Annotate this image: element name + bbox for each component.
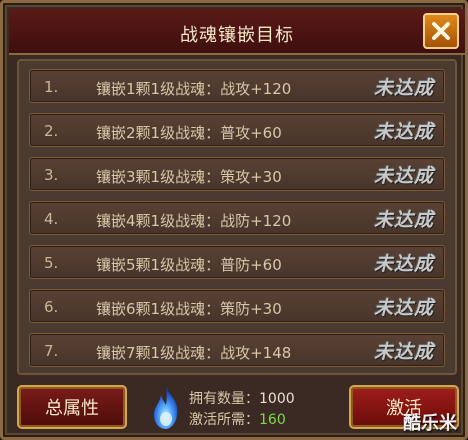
goal-description: 镶嵌5颗1级战魂：普防+60 <box>96 256 282 274</box>
goal-status: 未达成 <box>373 77 434 99</box>
goal-number: 2. <box>44 122 59 140</box>
goal-description: 镶嵌7颗1级战魂：战攻+148 <box>96 344 292 362</box>
goal-row: 4. 镶嵌4颗1级战魂：战防+120 未达成 <box>29 201 445 235</box>
goal-status: 未达成 <box>373 341 434 363</box>
goal-list: 1. 镶嵌1颗1级战魂：战攻+120 未达成 2. 镶嵌2颗1级战魂：普攻+60… <box>17 59 457 375</box>
goal-description: 镶嵌2颗1级战魂：普攻+60 <box>96 124 282 142</box>
goal-description: 镶嵌3颗1级战魂：策攻+30 <box>96 168 282 186</box>
dialog-title: 战魂镶嵌目标 <box>180 25 294 46</box>
dialog-frame: 战魂镶嵌目标 1. 镶嵌1颗1级战魂：战攻+120 未达成 2. 镶嵌2颗1级战… <box>0 0 468 440</box>
close-icon <box>432 22 450 40</box>
close-button[interactable] <box>423 13 459 49</box>
goal-row: 3. 镶嵌3颗1级战魂：策攻+30 未达成 <box>29 157 445 191</box>
goal-number: 4. <box>44 210 59 228</box>
title-bar: 战魂镶嵌目标 <box>9 9 465 55</box>
goal-row: 7. 镶嵌7颗1级战魂：战攻+148 未达成 <box>29 333 445 367</box>
goal-status: 未达成 <box>373 297 434 319</box>
goal-description: 镶嵌1颗1级战魂：战攻+120 <box>96 80 292 98</box>
goal-row: 1. 镶嵌1颗1级战魂：战攻+120 未达成 <box>29 69 445 103</box>
footer-bar: 总属性 拥有数量：1000 激活所需：160 激活 <box>9 381 465 437</box>
goal-description: 镶嵌6颗1级战魂：策防+30 <box>96 300 282 318</box>
goal-row: 6. 镶嵌6颗1级战魂：策防+30 未达成 <box>29 289 445 323</box>
goal-row: 2. 镶嵌2颗1级战魂：普攻+60 未达成 <box>29 113 445 147</box>
goal-number: 6. <box>44 298 59 316</box>
blue-flame-icon <box>154 387 178 429</box>
goal-number: 7. <box>44 342 59 360</box>
goal-row: 5. 镶嵌5颗1级战魂：普防+60 未达成 <box>29 245 445 279</box>
goal-status: 未达成 <box>373 165 434 187</box>
required-label: 激活所需： <box>189 412 259 428</box>
owned-value: 1000 <box>259 391 295 407</box>
goal-number: 3. <box>44 166 59 184</box>
owned-label: 拥有数量： <box>189 391 259 407</box>
total-attributes-button[interactable]: 总属性 <box>17 385 127 429</box>
goal-status: 未达成 <box>373 121 434 143</box>
required-value: 160 <box>259 412 286 428</box>
resource-info: 拥有数量：1000 激活所需：160 <box>189 389 295 431</box>
goal-description: 镶嵌4颗1级战魂：战防+120 <box>96 212 292 230</box>
owned-count-line: 拥有数量：1000 <box>189 389 295 410</box>
goal-number: 1. <box>44 78 59 96</box>
goal-status: 未达成 <box>373 209 434 231</box>
watermark-logo: 酷乐米 <box>403 413 457 434</box>
required-count-line: 激活所需：160 <box>189 410 295 431</box>
goal-number: 5. <box>44 254 59 272</box>
goal-status: 未达成 <box>373 253 434 275</box>
